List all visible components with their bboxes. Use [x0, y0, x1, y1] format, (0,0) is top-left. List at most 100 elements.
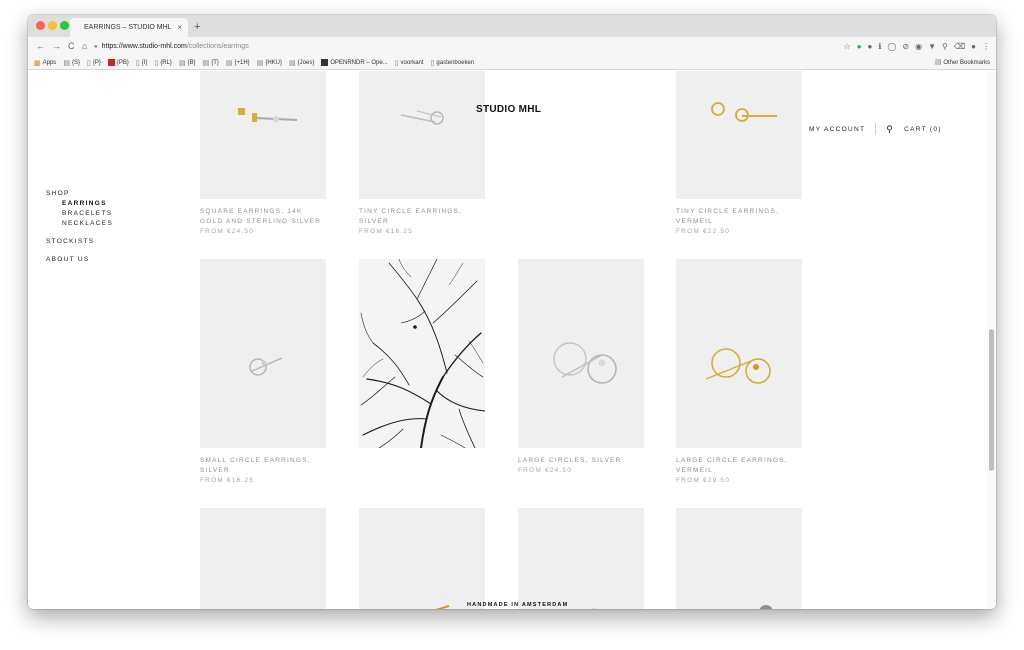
apps-grid-icon: ▦: [34, 59, 41, 67]
back-button[interactable]: ←: [36, 40, 45, 53]
bookmark-label: {Joes}: [297, 59, 315, 66]
new-tab-button[interactable]: +: [194, 18, 200, 36]
product-card[interactable]: SMALL CIRCLE EARRINGS, SILVER FROM €16.2…: [200, 259, 326, 486]
product-price: FROM €29.50: [676, 477, 731, 484]
scrollbar-thumb[interactable]: [989, 329, 994, 471]
search-icon[interactable]: ⚲: [886, 124, 894, 135]
nav-earrings[interactable]: EARRINGS: [46, 199, 113, 209]
bookmark-label: {PB}: [116, 59, 129, 66]
tab-title: EARRINGS – STUDIO MHL: [84, 24, 172, 31]
folder-icon: ▤: [63, 59, 70, 67]
filter-extension-icon[interactable]: ▼: [928, 40, 936, 53]
bookmark-item[interactable]: ▤ {Joes}: [289, 59, 314, 67]
nav-necklaces[interactable]: NECKLACES: [46, 219, 113, 229]
bookmark-label: {S}: [71, 59, 80, 66]
bookmark-item[interactable]: {PB}: [107, 59, 129, 66]
bookmark-item[interactable]: ▯ {RL}: [154, 59, 172, 67]
scrollbar-track[interactable]: [987, 71, 996, 609]
silver-disc-stud-image: [759, 605, 773, 609]
product-name[interactable]: SMALL CIRCLE EARRINGS, SILVER: [200, 456, 326, 476]
tab-strip: EARRINGS – STUDIO MHL × +: [28, 15, 996, 37]
product-name[interactable]: SQUARE EARRINGS, 14K GOLD AND STERLING S…: [200, 207, 326, 227]
large-circle-vermeil-image: [705, 348, 771, 384]
product-card[interactable]: TINY CIRCLE EARRINGS, VERMEIL FROM €22.5…: [676, 71, 802, 237]
grey-extension-icon[interactable]: ●: [868, 40, 873, 53]
minimize-window-icon[interactable]: [48, 21, 57, 30]
cart-link[interactable]: CART (0): [904, 126, 942, 133]
bookmark-item[interactable]: ▤ {S}: [63, 59, 80, 67]
profile-avatar-icon[interactable]: ●: [971, 40, 976, 53]
menu-dots-icon[interactable]: ⋮: [982, 40, 990, 53]
product-image[interactable]: [200, 508, 326, 609]
bookmark-label: {+1H}: [234, 59, 250, 66]
product-name[interactable]: TINY CIRCLE EARRINGS, SILVER: [359, 207, 485, 227]
folder-icon: ▤: [178, 59, 186, 67]
product-image[interactable]: [676, 508, 802, 609]
close-window-icon[interactable]: [36, 21, 45, 30]
bookmark-label: {B}: [187, 59, 196, 66]
nav-shop[interactable]: SHOP: [46, 189, 113, 199]
product-name[interactable]: LARGE CIRCLE EARRINGS, VERMEIL: [676, 456, 802, 476]
zoom-extension-icon[interactable]: ⚲: [942, 40, 948, 53]
bookmark-item[interactable]: ▤ {T}: [203, 59, 219, 67]
product-card[interactable]: [676, 508, 802, 609]
bookmarks-bar: ▦ Apps ▤ {S} ▯ {P} {PB} ▯ {I} ▯ {RL} ▤ {B} ▤ {T…: [28, 56, 996, 70]
product-card[interactable]: LARGE CIRCLE EARRINGS, VERMEIL FROM €29.…: [676, 259, 802, 486]
product-card[interactable]: [518, 508, 644, 609]
bookmark-item[interactable]: ▯ gastenboeken: [431, 59, 475, 67]
account-nav: MY ACCOUNT ⚲ CART (0): [809, 123, 942, 135]
product-image[interactable]: [200, 259, 326, 448]
bookmark-item[interactable]: ▤ {B}: [179, 59, 196, 67]
other-bookmarks[interactable]: ▤ Other Bookmarks: [935, 56, 990, 70]
bookmark-item[interactable]: ▤ {HKU}: [257, 59, 282, 67]
folder-icon: ▤: [225, 59, 233, 67]
bookmark-apps[interactable]: ▦ Apps: [34, 59, 56, 67]
product-image[interactable]: [359, 71, 485, 199]
product-image[interactable]: [359, 508, 485, 609]
info-extension-icon[interactable]: ℹ: [878, 40, 881, 53]
forward-button[interactable]: →: [52, 40, 61, 53]
product-image[interactable]: [200, 71, 326, 199]
silver-stud-image: [200, 508, 326, 609]
bookmark-item[interactable]: ▯ {P}: [87, 59, 101, 67]
page-icon: ▯: [86, 59, 91, 67]
bookmark-item[interactable]: OPENRNDR – Ope...: [321, 59, 388, 66]
nav-bracelets[interactable]: BRACELETS: [46, 209, 113, 219]
site-logo[interactable]: STUDIO MHL: [476, 104, 541, 115]
maximize-window-icon[interactable]: [60, 21, 69, 30]
bookmark-label: {HKU}: [265, 59, 283, 66]
product-image[interactable]: [518, 508, 644, 609]
home-button[interactable]: ⌂: [82, 40, 87, 53]
my-account-link[interactable]: MY ACCOUNT: [809, 126, 865, 133]
bookmark-star-icon[interactable]: ☆: [844, 40, 851, 53]
tree-branches-image: [360, 259, 485, 448]
product-card[interactable]: [359, 508, 485, 609]
product-name[interactable]: LARGE CIRCLES, SILVER: [518, 456, 644, 466]
url-path: /collections/earrings: [186, 43, 249, 50]
green-extension-icon[interactable]: ●: [857, 40, 862, 53]
address-bar[interactable]: ● https://www.studio-mhl.com/collections/…: [94, 39, 794, 54]
bookmark-item[interactable]: ▯ voorkant: [395, 59, 424, 67]
product-card[interactable]: TINY CIRCLE EARRINGS, SILVER FROM €16.25: [359, 71, 485, 237]
product-image[interactable]: [676, 71, 802, 199]
product-name[interactable]: TINY CIRCLE EARRINGS, VERMEIL: [676, 207, 802, 227]
block-extension-icon[interactable]: ⊘: [902, 40, 909, 53]
trash-extension-icon[interactable]: ⌫: [954, 40, 965, 53]
product-card[interactable]: [200, 508, 326, 609]
lock-icon: ●: [94, 44, 98, 50]
browser-tab[interactable]: EARRINGS – STUDIO MHL ×: [70, 18, 188, 37]
product-image[interactable]: [518, 259, 644, 448]
nav-about[interactable]: ABOUT US: [46, 255, 113, 265]
bookmark-item[interactable]: ▤ {+1H}: [226, 59, 250, 67]
reload-button[interactable]: C: [68, 40, 75, 53]
product-image[interactable]: [676, 259, 802, 448]
bookmark-item[interactable]: ▯ {I}: [136, 59, 148, 67]
nav-stockists[interactable]: STOCKISTS: [46, 237, 113, 247]
bookmark-label: Apps: [42, 59, 57, 66]
product-card[interactable]: SQUARE EARRINGS, 14K GOLD AND STERLING S…: [200, 71, 326, 237]
tab-close-icon[interactable]: ×: [177, 18, 182, 37]
branches-photo-card: [359, 259, 485, 448]
dark-extension-icon[interactable]: ◉: [915, 40, 922, 53]
product-card[interactable]: LARGE CIRCLES, SILVER FROM €24.50: [518, 259, 644, 476]
circle-extension-icon[interactable]: ◯: [887, 40, 896, 53]
